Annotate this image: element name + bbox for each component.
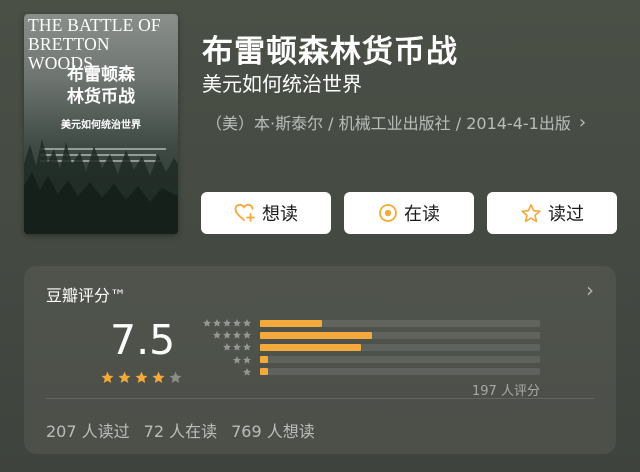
bar-track	[260, 331, 540, 339]
distribution-row-5-star	[198, 317, 540, 329]
bar-track	[260, 368, 540, 376]
book-title: 布雷顿森林货币战	[202, 34, 458, 70]
mini-star-icon	[243, 355, 251, 364]
divider	[46, 398, 594, 399]
book-meta-text: （美）本·斯泰尔 / 机械工业出版社 / 2014-4-1出版	[206, 114, 571, 133]
heart-plus-icon	[234, 203, 255, 222]
distribution-row-1-star	[198, 366, 540, 378]
reader-stats: 207 人读过 72 人在读 769 人想读	[46, 418, 315, 442]
mini-star-icon	[213, 331, 221, 339]
mini-star-icon	[223, 343, 231, 352]
mini-star-icon	[233, 355, 241, 364]
book-subtitle: 美元如何统治世界	[202, 72, 362, 96]
row-star-label	[198, 330, 252, 340]
cover-chinese-title: 布雷顿森林货币战	[67, 65, 135, 107]
bar-fill	[260, 343, 361, 351]
bar-fill	[260, 356, 269, 364]
rating-header: 豆瓣评分™	[46, 286, 127, 305]
mini-star-icon	[213, 319, 221, 327]
book-cover[interactable]: THE BATTLE OF BRETTON WOODS 布雷顿森林货币战 美元如…	[24, 14, 178, 234]
star-outline-icon	[521, 203, 541, 222]
chevron-right-icon[interactable]: ›	[586, 278, 594, 302]
distribution-row-3-star	[198, 341, 540, 353]
bar-track	[260, 356, 540, 364]
forest-illustration	[24, 139, 178, 234]
bar-track	[260, 343, 540, 351]
row-star-label	[198, 318, 252, 328]
chevron-right-icon: ›	[578, 111, 587, 133]
want-to-read-button[interactable]: 想读	[201, 192, 331, 234]
want-count: 769 人想读	[231, 422, 315, 441]
distribution-row-2-star	[198, 354, 540, 366]
rating-stars	[100, 370, 183, 385]
row-star-label	[198, 355, 252, 365]
mini-star-icon	[223, 319, 231, 327]
mini-star-icon	[243, 331, 251, 339]
bar-fill	[260, 331, 372, 339]
rating-card[interactable]: 豆瓣评分™ › 7.5 197 人评分 207 人读过 72 人在读 769 人…	[24, 266, 616, 454]
star-filled-icon	[135, 371, 148, 383]
star-filled-icon	[101, 371, 114, 383]
bar-fill	[260, 368, 269, 376]
read-count: 207 人读过	[46, 422, 130, 441]
mini-star-icon	[243, 319, 251, 327]
mini-star-icon	[233, 331, 241, 339]
mini-star-icon	[243, 343, 251, 352]
distribution-row-4-star	[198, 329, 540, 341]
bar-fill	[260, 319, 322, 327]
reading-label: 在读	[404, 204, 440, 225]
reading-count: 72 人在读	[143, 422, 218, 441]
rating-score: 7.5	[110, 316, 176, 364]
row-star-label	[198, 342, 252, 352]
star-empty-icon	[169, 371, 182, 383]
rating-count: 197 人评分	[472, 384, 540, 399]
bar-track	[260, 319, 540, 327]
mini-star-icon	[233, 319, 241, 327]
rating-distribution	[198, 317, 540, 378]
reading-button[interactable]: 在读	[344, 192, 474, 234]
target-icon	[379, 204, 397, 222]
mini-star-icon	[243, 367, 251, 376]
want-to-read-label: 想读	[262, 204, 298, 225]
have-read-button[interactable]: 读过	[487, 192, 617, 234]
row-star-label	[198, 367, 252, 377]
mini-star-icon	[223, 331, 231, 339]
mini-star-icon	[233, 343, 241, 352]
mini-star-icon	[203, 319, 211, 327]
have-read-label: 读过	[548, 204, 584, 225]
star-filled-icon	[118, 371, 131, 383]
book-meta-link[interactable]: （美）本·斯泰尔 / 机械工业出版社 / 2014-4-1出版 ›	[206, 110, 626, 134]
star-filled-icon	[152, 371, 165, 383]
